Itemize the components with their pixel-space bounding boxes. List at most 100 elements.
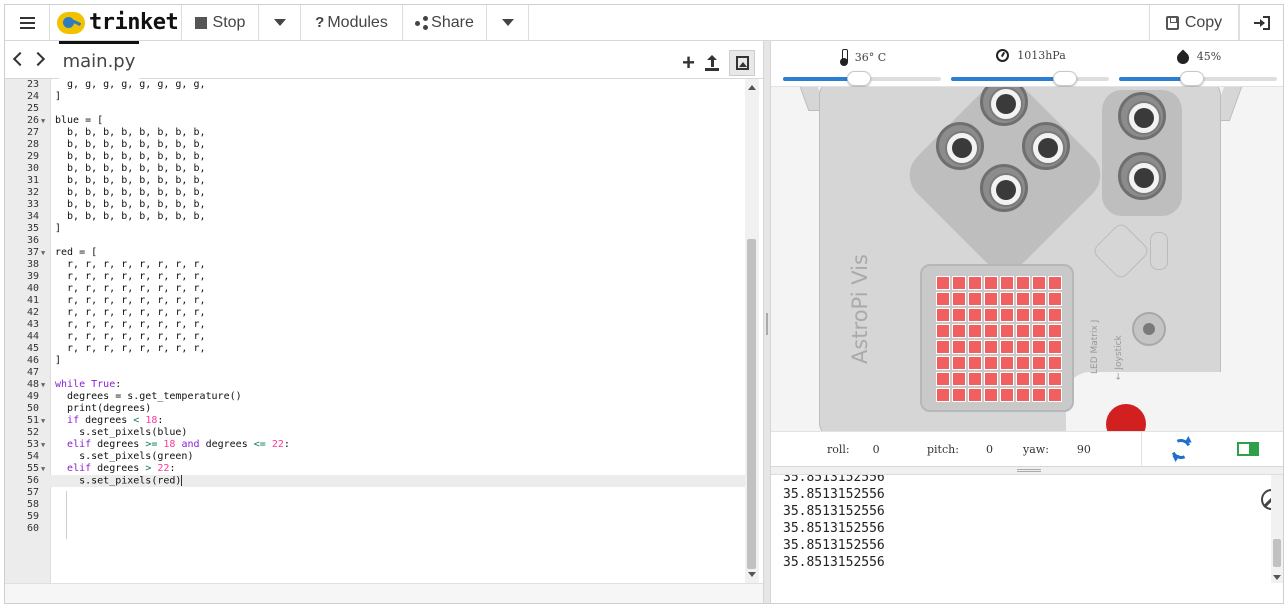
menu-button[interactable] xyxy=(5,5,50,40)
code-lines[interactable]: 23 g, g, g, g, g, g, g, g, 24] 25 26 ▼ blue =… xyxy=(5,79,745,535)
code-line[interactable]: 26 ▼ blue = [ xyxy=(5,115,745,127)
scroll-down-arrow-icon[interactable] xyxy=(748,572,756,577)
code-line[interactable]: 33 b, b, b, b, b, b, b, b, xyxy=(5,199,745,211)
code-line[interactable]: 44 r, r, r, r, r, r, r, r, xyxy=(5,331,745,343)
humidity-slider[interactable] xyxy=(1119,71,1277,86)
scroll-down-arrow-icon[interactable] xyxy=(1273,575,1281,580)
console-scrollbar[interactable] xyxy=(1271,475,1283,583)
copy-button[interactable]: Copy xyxy=(1149,5,1239,40)
bottom-button[interactable] xyxy=(980,164,1028,212)
share-button[interactable]: Share xyxy=(403,5,487,40)
temperature-slider[interactable] xyxy=(783,71,941,86)
code-line[interactable]: 28 b, b, b, b, b, b, b, b, xyxy=(5,139,745,151)
code-line[interactable]: 27 b, b, b, b, b, b, b, b, xyxy=(5,127,745,139)
scroll-up-arrow-icon[interactable] xyxy=(748,85,756,90)
code-line[interactable]: 47 xyxy=(5,367,745,379)
line-number: 29 xyxy=(26,151,39,162)
tab-main-py[interactable]: main.py xyxy=(59,41,139,79)
code-text: b, b, b, b, b, b, b, b, xyxy=(55,163,206,174)
code-line[interactable]: 36 xyxy=(5,235,745,247)
right-button[interactable] xyxy=(1022,122,1070,170)
code-line[interactable]: 55 ▼ elif degrees > 22: xyxy=(5,463,745,475)
editor-horizontal-scrollbar[interactable] xyxy=(5,583,763,603)
roll-value[interactable]: 0 xyxy=(850,443,880,456)
joystick[interactable] xyxy=(1132,312,1166,346)
fold-arrow-icon[interactable]: ▼ xyxy=(41,463,45,475)
code-line[interactable]: 23 g, g, g, g, g, g, g, g, xyxy=(5,79,745,91)
reset-orientation-button[interactable] xyxy=(1168,436,1194,462)
code-line[interactable]: 59 xyxy=(5,511,745,523)
code-line[interactable]: 52 s.set_pixels(blue) xyxy=(5,427,745,439)
yaw-value[interactable]: 90 xyxy=(1049,443,1091,456)
stop-button[interactable]: Stop xyxy=(181,5,259,40)
fold-arrow-icon[interactable]: ▼ xyxy=(41,439,45,451)
pitch-value[interactable]: 0 xyxy=(959,443,993,456)
line-number: 27 xyxy=(26,127,39,138)
fold-arrow-icon[interactable]: ▼ xyxy=(41,415,45,427)
code-line[interactable]: 25 xyxy=(5,103,745,115)
code-line[interactable]: 48 ▼ while True: xyxy=(5,379,745,391)
line-number: 24 xyxy=(26,91,39,102)
share-options-dropdown[interactable] xyxy=(487,5,529,40)
code-line[interactable]: 37 ▼ red = [ xyxy=(5,247,745,259)
joystick-label: ← Joystick xyxy=(1114,335,1124,380)
splitter-grip[interactable] xyxy=(766,313,768,335)
toggle-board-view-button[interactable] xyxy=(1237,442,1259,457)
code-line[interactable]: 38 r, r, r, r, r, r, r, r, xyxy=(5,259,745,271)
editor-vertical-scrollbar[interactable] xyxy=(745,79,759,583)
console-resizer[interactable] xyxy=(771,467,1283,475)
code-line[interactable]: 60 xyxy=(5,523,745,535)
code-line[interactable]: 58 xyxy=(5,499,745,511)
code-line[interactable]: 32 b, b, b, b, b, b, b, b, xyxy=(5,187,745,199)
code-line[interactable]: 50 print(degrees) xyxy=(5,403,745,415)
code-line[interactable]: 43 r, r, r, r, r, r, r, r, xyxy=(5,319,745,331)
line-number: 50 xyxy=(26,403,39,414)
fold-arrow-icon[interactable]: ▼ xyxy=(41,379,45,391)
upload-icon[interactable] xyxy=(705,55,719,71)
trinket-logo[interactable]: trinket xyxy=(51,5,179,40)
code-line[interactable]: 30 b, b, b, b, b, b, b, b, xyxy=(5,163,745,175)
fold-arrow-icon[interactable]: ▼ xyxy=(41,115,45,127)
temperature-control: 36° C xyxy=(783,41,943,87)
temperature-slider-handle[interactable] xyxy=(847,71,871,86)
code-line[interactable]: 39 r, r, r, r, r, r, r, r, xyxy=(5,271,745,283)
led-pixel xyxy=(1016,356,1030,370)
left-button[interactable] xyxy=(936,122,984,170)
button-a[interactable] xyxy=(1118,92,1166,140)
fold-arrow-icon[interactable]: ▼ xyxy=(41,247,45,259)
code-line[interactable]: 42 r, r, r, r, r, r, r, r, xyxy=(5,307,745,319)
scroll-thumb[interactable] xyxy=(747,239,756,569)
login-button[interactable] xyxy=(1239,5,1283,40)
add-file-icon[interactable]: + xyxy=(682,52,695,74)
file-nav-arrows[interactable] xyxy=(11,51,46,67)
console-output[interactable]: 35.8513152556 35.8513152556 35.8513152556 3… xyxy=(771,475,1283,603)
code-line[interactable]: 29 b, b, b, b, b, b, b, b, xyxy=(5,151,745,163)
image-library-button[interactable] xyxy=(729,50,755,76)
code-line[interactable]: 40 r, r, r, r, r, r, r, r, xyxy=(5,283,745,295)
chevron-right-icon[interactable] xyxy=(30,51,46,67)
code-line[interactable]: 54 s.set_pixels(green) xyxy=(5,451,745,463)
humidity-slider-handle[interactable] xyxy=(1180,71,1204,86)
code-line[interactable]: 45 r, r, r, r, r, r, r, r, xyxy=(5,343,745,355)
modules-button[interactable]: ? Modules xyxy=(301,5,403,40)
button-b[interactable] xyxy=(1118,152,1166,200)
code-editor[interactable]: 23 g, g, g, g, g, g, g, g, 24] 25 26 ▼ blue =… xyxy=(5,79,763,583)
code-line[interactable]: 34 b, b, b, b, b, b, b, b, xyxy=(5,211,745,223)
code-line[interactable]: 46] xyxy=(5,355,745,367)
code-line[interactable]: 41 r, r, r, r, r, r, r, r, xyxy=(5,295,745,307)
pane-splitter[interactable] xyxy=(763,41,771,603)
run-options-dropdown[interactable] xyxy=(259,5,301,40)
led-pixel xyxy=(1048,276,1062,290)
code-line[interactable]: 24] xyxy=(5,91,745,103)
pressure-slider[interactable] xyxy=(951,71,1109,86)
chevron-left-icon[interactable] xyxy=(12,51,28,67)
code-line[interactable]: 35] xyxy=(5,223,745,235)
pressure-slider-handle[interactable] xyxy=(1053,71,1077,86)
code-line[interactable]: 56 s.set_pixels(red) xyxy=(5,475,745,487)
code-line[interactable]: 51 ▼ if degrees < 18: xyxy=(5,415,745,427)
code-line[interactable]: 53 ▼ elif degrees >= 18 and degrees <= 22… xyxy=(5,439,745,451)
code-line[interactable]: 49 degrees = s.get_temperature() xyxy=(5,391,745,403)
code-line[interactable]: 31 b, b, b, b, b, b, b, b, xyxy=(5,175,745,187)
code-line[interactable]: 57 xyxy=(5,487,745,499)
console-scroll-thumb[interactable] xyxy=(1273,539,1281,567)
